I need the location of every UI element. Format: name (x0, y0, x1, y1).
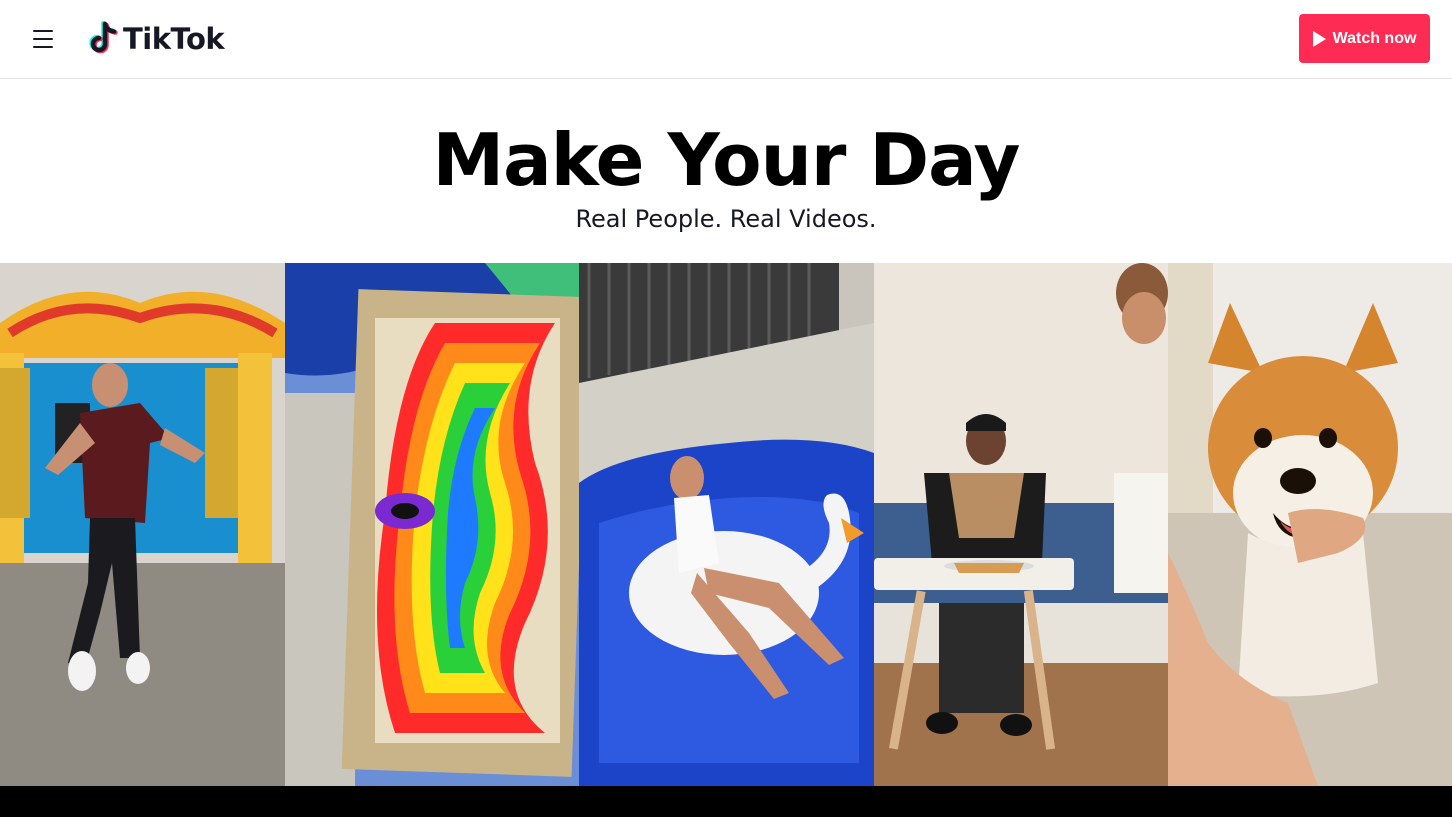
top-nav: TikTok Watch now (0, 0, 1452, 79)
bottom-bar (0, 786, 1452, 817)
video-thumbnail-shiba-dog[interactable] (1168, 263, 1452, 786)
tiktok-note-icon (89, 21, 118, 54)
paint-pour-image (285, 263, 579, 786)
video-thumbnail-dining[interactable] (874, 263, 1168, 786)
shiba-dog-image (1168, 263, 1452, 786)
menu-line (33, 30, 53, 32)
dining-image (874, 263, 1168, 786)
menu-line (33, 38, 53, 40)
video-thumbnail-swan-pool[interactable] (579, 263, 874, 786)
menu-line (33, 46, 53, 48)
video-strip (0, 263, 1452, 786)
swan-pool-image (579, 263, 874, 786)
hamburger-menu-icon[interactable] (30, 28, 56, 50)
watch-now-button[interactable]: Watch now (1299, 14, 1430, 63)
video-thumbnail-paint-pour[interactable] (285, 263, 579, 786)
play-icon (1312, 30, 1326, 47)
hero-title: Make Your Day (432, 118, 1021, 202)
tiktok-logo[interactable]: TikTok (87, 19, 225, 59)
video-thumbnail-dancer[interactable] (0, 263, 285, 786)
hero-subtitle: Real People. Real Videos. (575, 205, 877, 233)
dancer-image (0, 263, 285, 786)
brand-name: TikTok (123, 22, 225, 56)
watch-now-label: Watch now (1332, 29, 1417, 47)
